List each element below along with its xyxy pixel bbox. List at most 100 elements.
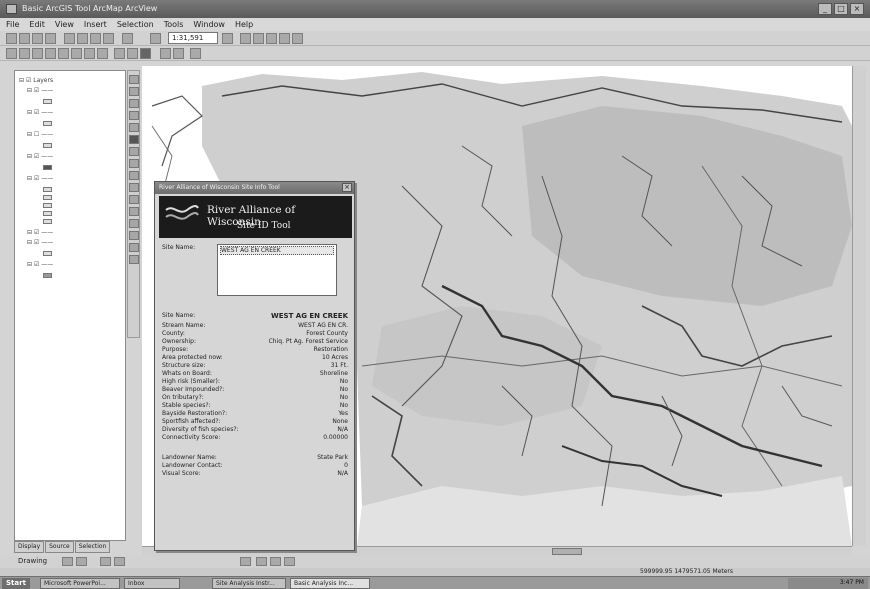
attr-row: Landowner Name: State Park xyxy=(162,454,348,461)
full-extent-icon[interactable] xyxy=(45,48,56,59)
measure-icon[interactable] xyxy=(160,48,171,59)
legend-swatch xyxy=(43,203,52,208)
forward-extent-icon[interactable] xyxy=(97,48,108,59)
toc-layer[interactable]: ⊟ ☑ —— xyxy=(27,175,53,182)
tool-icon[interactable] xyxy=(129,159,139,168)
arccatalog-icon[interactable] xyxy=(266,33,277,44)
new-icon[interactable] xyxy=(6,33,17,44)
close-window-button[interactable]: × xyxy=(850,3,864,15)
toc-layer[interactable]: ⊟ ☑ —— xyxy=(27,229,53,236)
bold-icon[interactable] xyxy=(256,557,267,566)
text-icon[interactable] xyxy=(114,557,125,566)
maximize-button[interactable]: □ xyxy=(834,3,848,15)
menu-view[interactable]: View xyxy=(55,18,74,31)
system-tray-clock: 3:47 PM xyxy=(788,578,868,589)
site-tool-icon[interactable] xyxy=(140,48,151,59)
map-scale-input[interactable]: 1:31,591 xyxy=(168,32,218,44)
delete-icon[interactable] xyxy=(103,33,114,44)
underline-icon[interactable] xyxy=(284,557,295,566)
tool-icon[interactable] xyxy=(129,135,139,144)
menu-selection[interactable]: Selection xyxy=(117,18,154,31)
zoom-in-icon[interactable] xyxy=(6,48,17,59)
tool-icon[interactable] xyxy=(129,111,139,120)
drawing-menu[interactable]: Drawing xyxy=(18,557,47,565)
banner: River Alliance of Wisconsin Site ID Tool xyxy=(159,196,352,238)
menu-insert[interactable]: Insert xyxy=(84,18,107,31)
fixed-zoom-out-icon[interactable] xyxy=(71,48,82,59)
menu-help[interactable]: Help xyxy=(235,18,253,31)
toc-layer[interactable]: ⊟ ☐ —— xyxy=(27,131,53,138)
tool-icon[interactable] xyxy=(129,99,139,108)
taskbar-item-active[interactable]: Basic Analysis Inc... xyxy=(290,578,370,589)
rectangle-icon[interactable] xyxy=(100,557,111,566)
editor-icon[interactable] xyxy=(240,33,251,44)
tool-icon[interactable] xyxy=(129,255,139,264)
command-line-icon[interactable] xyxy=(279,33,290,44)
menu-file[interactable]: File xyxy=(6,18,19,31)
taskbar-item[interactable]: Inbox xyxy=(124,578,180,589)
tool-icon[interactable] xyxy=(129,75,139,84)
toc-layer[interactable]: ⊟ ☑ —— xyxy=(27,153,53,160)
paste-icon[interactable] xyxy=(90,33,101,44)
tool-icon[interactable] xyxy=(129,171,139,180)
window-title-bar: Basic ArcGIS Tool ArcMap ArcView _ □ × xyxy=(0,0,870,18)
map-vertical-scrollbar[interactable] xyxy=(852,66,866,546)
tool-icon[interactable] xyxy=(129,123,139,132)
tab-selection[interactable]: Selection xyxy=(74,541,111,553)
fixed-zoom-in-icon[interactable] xyxy=(58,48,69,59)
scrollbar-thumb[interactable] xyxy=(552,548,582,555)
menu-window[interactable]: Window xyxy=(193,18,225,31)
whats-this-icon[interactable] xyxy=(292,33,303,44)
menu-tools[interactable]: Tools xyxy=(164,18,184,31)
tab-source[interactable]: Source xyxy=(45,541,74,553)
toc-layer[interactable]: ⊟ ☑ —— xyxy=(27,87,53,94)
find-icon[interactable] xyxy=(190,48,201,59)
toc-layer[interactable]: ⊟ ☑ —— xyxy=(27,261,53,268)
add-data-icon[interactable] xyxy=(150,33,161,44)
zoom-out-icon[interactable] xyxy=(19,48,30,59)
hyperlink-icon[interactable] xyxy=(173,48,184,59)
taskbar-item[interactable]: Site Analysis Instr... xyxy=(212,578,286,589)
back-extent-icon[interactable] xyxy=(84,48,95,59)
site-name-listbox[interactable]: WEST AG EN CREEK xyxy=(217,244,337,296)
tool-icon[interactable] xyxy=(129,219,139,228)
select-elements-icon[interactable] xyxy=(62,557,73,566)
dialog-close-button[interactable]: × xyxy=(342,183,352,192)
tool-icon[interactable] xyxy=(129,87,139,96)
legend-swatch xyxy=(43,121,52,126)
taskbar-item[interactable]: Microsoft PowerPoi... xyxy=(40,578,120,589)
tool-icon[interactable] xyxy=(129,207,139,216)
print-icon[interactable] xyxy=(45,33,56,44)
scale-dropdown-icon[interactable] xyxy=(222,33,233,44)
copy-icon[interactable] xyxy=(77,33,88,44)
toc-layer[interactable]: ⊟ ☑ —— xyxy=(27,239,53,246)
toc-layers-root[interactable]: ⊟ ☑ Layers xyxy=(19,77,53,84)
tab-display[interactable]: Display xyxy=(14,541,45,553)
table-of-contents: ⊟ ☑ Layers ⊟ ☑ —— ⊟ ☑ —— ⊟ ☐ —— ⊟ ☑ —— ⊟… xyxy=(14,70,126,541)
start-button[interactable]: Start xyxy=(2,578,30,589)
menu-edit[interactable]: Edit xyxy=(29,18,45,31)
minimize-button[interactable]: _ xyxy=(818,3,832,15)
attr-row: Diversity of fish species?: N/A xyxy=(162,426,348,433)
tool-icon[interactable] xyxy=(129,231,139,240)
site-list-item[interactable]: WEST AG EN CREEK xyxy=(220,246,334,255)
italic-icon[interactable] xyxy=(270,557,281,566)
open-icon[interactable] xyxy=(19,33,30,44)
rotate-icon[interactable] xyxy=(76,557,87,566)
toc-layer[interactable]: ⊟ ☑ —— xyxy=(27,109,53,116)
tool-icon[interactable] xyxy=(129,243,139,252)
cut-icon[interactable] xyxy=(64,33,75,44)
font-size-icon[interactable] xyxy=(240,557,251,566)
tool-icon[interactable] xyxy=(129,195,139,204)
pan-icon[interactable] xyxy=(32,48,43,59)
save-icon[interactable] xyxy=(32,33,43,44)
legend-swatch xyxy=(43,195,52,200)
identify-icon[interactable] xyxy=(127,48,138,59)
arctoolbox-icon[interactable] xyxy=(253,33,264,44)
dialog-title-bar[interactable]: River Alliance of Wisconsin Site Info To… xyxy=(155,182,354,194)
select-features-icon[interactable] xyxy=(114,48,125,59)
attr-row: On tributary?: No xyxy=(162,394,348,401)
undo-icon[interactable] xyxy=(122,33,133,44)
tool-icon[interactable] xyxy=(129,183,139,192)
tool-icon[interactable] xyxy=(129,147,139,156)
